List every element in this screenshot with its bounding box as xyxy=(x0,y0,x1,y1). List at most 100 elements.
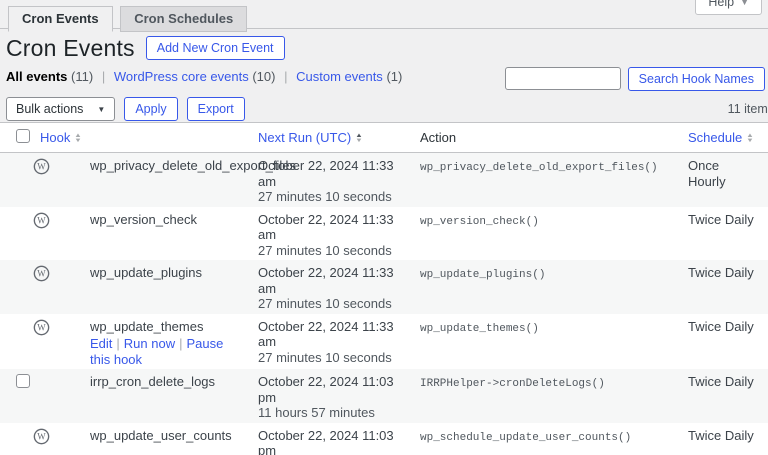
hook-cell: irrp_cron_delete_logs xyxy=(30,369,248,423)
next-run-countdown: 27 minutes 10 seconds xyxy=(258,189,400,205)
hook-cell: wp_update_user_counts xyxy=(30,423,248,455)
column-label: Next Run (UTC) xyxy=(258,130,351,145)
next-run-cell: October 22, 2024 11:03 pm11 hours 57 min… xyxy=(248,369,410,423)
schedule-cell: Twice Daily xyxy=(678,207,768,261)
column-label: Action xyxy=(420,130,456,145)
action-cell: wp_privacy_delete_old_export_files() xyxy=(410,153,678,207)
bulk-actions-select[interactable]: Bulk actions ▼ xyxy=(6,97,115,121)
select-all-checkbox[interactable] xyxy=(16,129,30,143)
next-run-date: October 22, 2024 11:03 pm xyxy=(258,428,400,455)
filter-separator: | xyxy=(284,69,287,84)
row-action-edit[interactable]: Edit xyxy=(90,336,112,351)
apply-button[interactable]: Apply xyxy=(124,97,177,121)
hook-name: wp_update_themes xyxy=(90,319,203,334)
next-run-date: October 22, 2024 11:33 am xyxy=(258,319,400,350)
sort-arrows-icon: ▲▼ xyxy=(75,134,81,144)
next-run-countdown: 27 minutes 10 seconds xyxy=(258,243,400,259)
row-select-cell: W xyxy=(0,153,30,207)
select-all-cell xyxy=(0,123,30,153)
table-row: Wwp_version_check October 22, 2024 11:33 … xyxy=(0,207,768,261)
chevron-down-icon: ▼ xyxy=(97,105,105,114)
column-header-action: Action xyxy=(410,123,678,153)
row-checkbox[interactable] xyxy=(16,374,30,388)
hook-cell: wp_update_plugins xyxy=(30,260,248,314)
svg-text:W: W xyxy=(37,322,46,332)
search-box: Search Hook Names xyxy=(505,64,765,91)
action-cell: wp_update_plugins() xyxy=(410,260,678,314)
schedule-cell: Twice Daily xyxy=(678,369,768,423)
filter-custom-events[interactable]: Custom events xyxy=(296,69,383,84)
table-header-row: Hook▲▼Next Run (UTC)▲▼ActionSchedule▲▼ xyxy=(0,123,768,153)
filter-wordpress-core-events[interactable]: WordPress core events xyxy=(114,69,249,84)
next-run-cell: October 22, 2024 11:33 am27 minutes 10 s… xyxy=(248,260,410,314)
action-cell: wp_version_check() xyxy=(410,207,678,261)
schedule-cell: Twice Daily xyxy=(678,423,768,455)
cron-events-table: Hook▲▼Next Run (UTC)▲▼ActionSchedule▲▼ W… xyxy=(0,122,768,455)
hook-name: irrp_cron_delete_logs xyxy=(90,374,215,389)
page-title: Cron Events xyxy=(6,35,135,62)
wordpress-icon: W xyxy=(33,265,50,282)
table-head: Hook▲▼Next Run (UTC)▲▼ActionSchedule▲▼ xyxy=(0,123,768,153)
filter-row: All events (11) | WordPress core events … xyxy=(6,64,765,94)
row-select-cell: W xyxy=(0,260,30,314)
wordpress-icon: W xyxy=(33,158,50,175)
row-select-cell: W xyxy=(0,314,30,370)
next-run-cell: October 22, 2024 11:33 am27 minutes 10 s… xyxy=(248,153,410,207)
svg-text:W: W xyxy=(37,269,46,279)
item-count: 11 items xyxy=(728,102,768,116)
svg-text:W: W xyxy=(37,431,46,441)
nav-tab-bar: Cron Events Cron Schedules xyxy=(0,0,768,29)
sort-arrows-icon: ▲▼ xyxy=(747,134,753,144)
table-row: Wwp_privacy_delete_old_export_filesOctob… xyxy=(0,153,768,207)
filter-all-events-count: (11) xyxy=(71,69,93,84)
next-run-cell: October 22, 2024 11:33 am27 minutes 10 s… xyxy=(248,314,410,370)
help-button[interactable]: Help ▼ xyxy=(695,0,762,15)
action-cell: wp_update_themes() xyxy=(410,314,678,370)
filter-all-events[interactable]: All events xyxy=(6,69,67,84)
wordpress-icon: W xyxy=(33,212,50,229)
tab-cron-events[interactable]: Cron Events xyxy=(8,6,113,32)
column-header-schedule[interactable]: Schedule▲▼ xyxy=(678,123,768,153)
filter-custom-events-count: (1) xyxy=(386,69,402,84)
hook-cell: wp_version_check xyxy=(30,207,248,261)
svg-text:W: W xyxy=(37,162,46,172)
next-run-countdown: 11 hours 57 minutes xyxy=(258,405,400,421)
row-action-run-now[interactable]: Run now xyxy=(124,336,175,351)
chevron-down-icon: ▼ xyxy=(740,0,749,7)
next-run-date: October 22, 2024 11:33 am xyxy=(258,158,400,189)
action-cell: wp_schedule_update_user_counts() xyxy=(410,423,678,455)
filter-wordpress-core-events-count: (10) xyxy=(252,69,275,84)
table-row: Wwp_update_user_counts October 22, 2024 1… xyxy=(0,423,768,455)
row-select-cell xyxy=(0,369,30,423)
search-hook-names-button[interactable]: Search Hook Names xyxy=(628,67,765,91)
table-toolbar: Bulk actions ▼ Apply Export 11 items xyxy=(6,96,768,122)
column-label: Hook xyxy=(40,130,70,145)
bulk-actions-label: Bulk actions xyxy=(16,102,83,116)
table-row: irrp_cron_delete_logs October 22, 2024 11… xyxy=(0,369,768,423)
row-select-cell: W xyxy=(0,207,30,261)
hook-cell: wp_privacy_delete_old_export_files xyxy=(30,153,248,207)
schedule-cell: Twice Daily xyxy=(678,314,768,370)
hook-cell: wp_update_themesEdit|Run now|Pause this … xyxy=(30,314,248,370)
tab-cron-schedules[interactable]: Cron Schedules xyxy=(120,6,247,32)
row-select-cell: W xyxy=(0,423,30,455)
schedule-cell: Twice Daily xyxy=(678,260,768,314)
row-actions: Edit|Run now|Pause this hook xyxy=(90,336,238,367)
next-run-date: October 22, 2024 11:33 am xyxy=(258,212,400,243)
hook-name: wp_update_plugins xyxy=(90,265,202,280)
table-row: Wwp_update_themesEdit|Run now|Pause this… xyxy=(0,314,768,370)
hook-name: wp_version_check xyxy=(90,212,197,227)
page-header: Cron Events Add New Cron Event xyxy=(6,34,768,62)
column-header-next-run-utc[interactable]: Next Run (UTC)▲▼ xyxy=(248,123,410,153)
help-button-label: Help xyxy=(708,0,734,9)
action-cell: IRRPHelper->cronDeleteLogs() xyxy=(410,369,678,423)
row-action-separator: | xyxy=(179,336,182,351)
wordpress-icon: W xyxy=(33,319,50,336)
column-header-hook[interactable]: Hook ▲▼ xyxy=(30,123,248,153)
add-new-cron-event-button[interactable]: Add New Cron Event xyxy=(146,36,285,60)
search-input[interactable] xyxy=(505,67,621,90)
svg-text:W: W xyxy=(37,215,46,225)
next-run-cell: October 22, 2024 11:33 am27 minutes 10 s… xyxy=(248,207,410,261)
next-run-date: October 22, 2024 11:03 pm xyxy=(258,374,400,405)
export-button[interactable]: Export xyxy=(187,97,245,121)
